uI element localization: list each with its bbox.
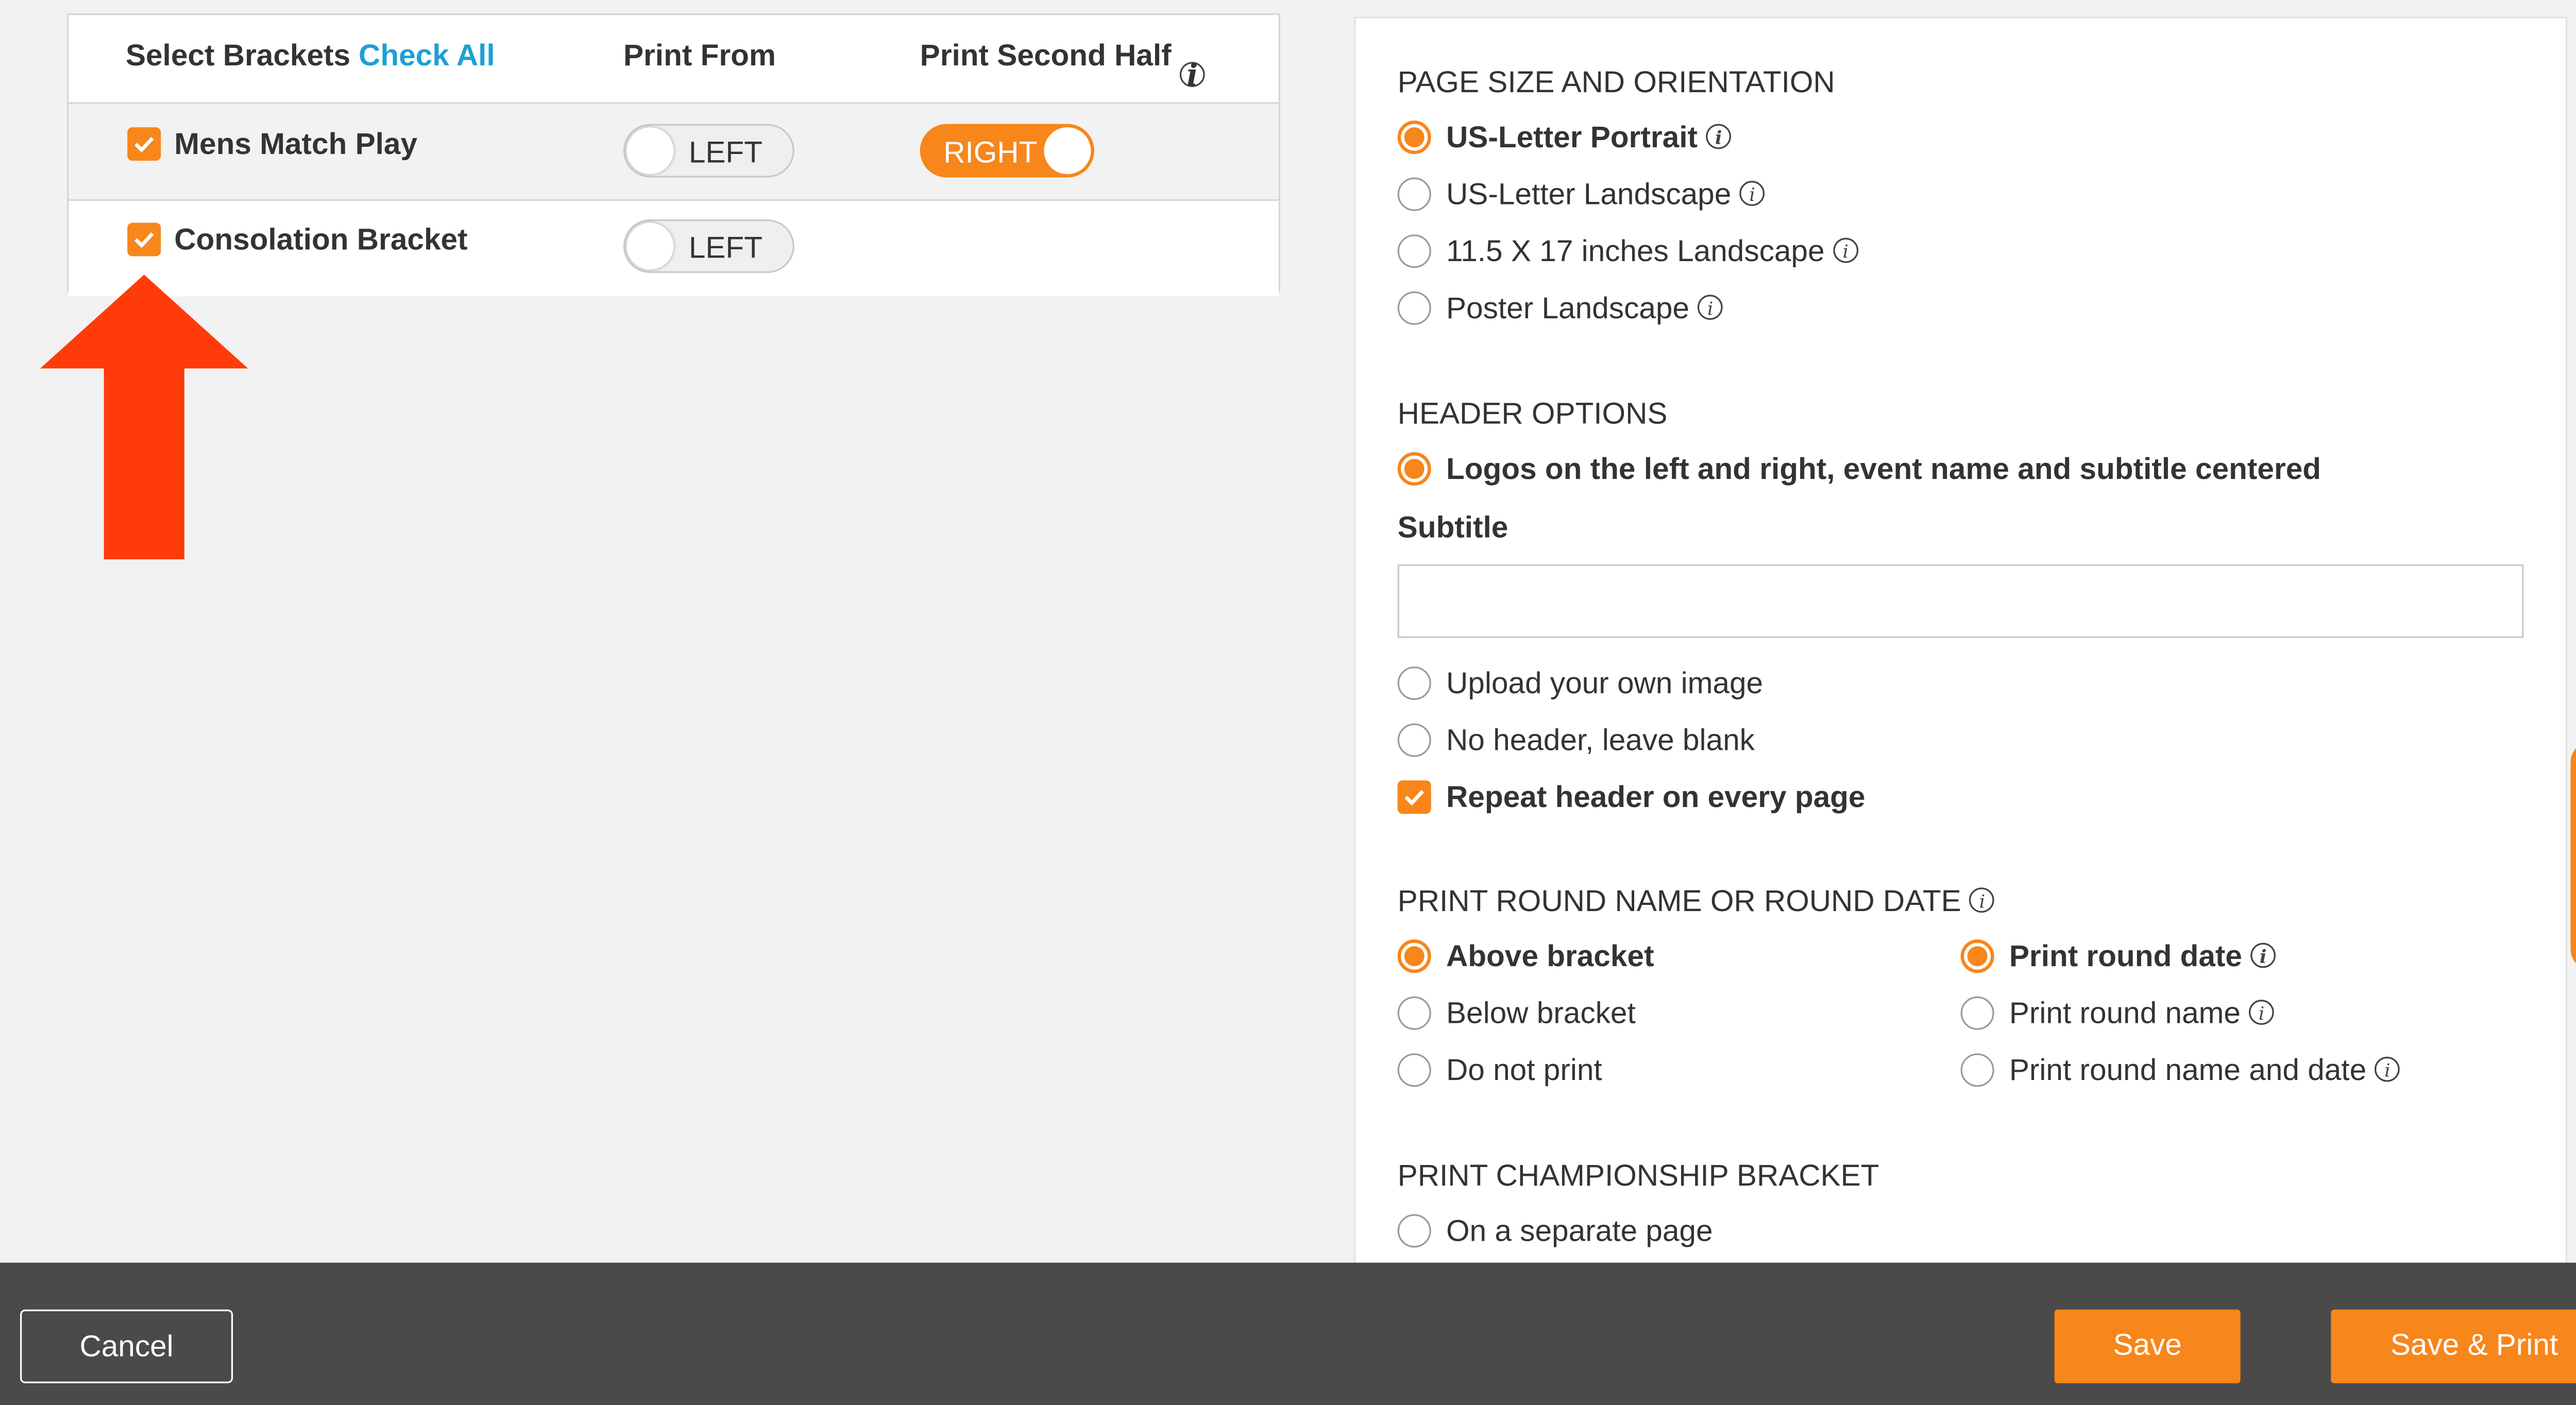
bracket-checkbox[interactable] [127, 127, 161, 161]
print-settings-screen: Select Brackets Check All Print From Pri… [0, 0, 2576, 1405]
print-second-half-toggle[interactable]: RIGHT [920, 124, 1094, 178]
brackets-table-header: Select Brackets Check All Print From Pri… [69, 15, 1279, 104]
radio-button[interactable] [1397, 177, 1431, 211]
radio-button[interactable] [1397, 234, 1431, 268]
print-second-half-label: Print Second Half [920, 38, 1172, 72]
option-text: Print round date [2009, 939, 2242, 973]
radio-button[interactable] [1397, 1053, 1431, 1087]
info-icon[interactable]: i [2375, 1056, 2400, 1082]
cancel-button[interactable]: Cancel [20, 1309, 233, 1383]
info-icon[interactable]: i [1833, 237, 1858, 263]
option-text: US-Letter Landscape [1446, 177, 1732, 211]
checkbox[interactable] [1397, 780, 1431, 814]
radio-button[interactable] [1397, 666, 1431, 700]
info-icon[interactable]: i [1739, 181, 1765, 206]
print-from-toggle[interactable]: LEFT [623, 124, 794, 178]
checkmark-icon [1404, 790, 1425, 806]
help-letter: P [2570, 872, 2576, 910]
checkmark-icon [134, 232, 154, 248]
option-label: Do not print [1446, 1053, 1602, 1087]
print-from-header: Print From [623, 38, 776, 72]
toggle-knob [626, 222, 674, 270]
option-label: Print round name and date i [2009, 1053, 2400, 1088]
checkmark-icon [134, 136, 154, 153]
help-letter: E [2570, 799, 2576, 836]
page-size-title: PAGE SIZE AND ORIENTATION [1397, 65, 1835, 99]
option-label: Repeat header on every page [1446, 780, 1866, 814]
option-label: Poster Landscape i [1446, 292, 1723, 327]
option-label: No header, leave blank [1446, 723, 1755, 757]
toggle-label: LEFT [688, 135, 762, 169]
bracket-name: Consolation Bracket [174, 222, 468, 256]
info-icon[interactable]: i [1706, 124, 1732, 149]
save-button[interactable]: Save [2054, 1309, 2241, 1383]
print-options-panel: PAGE SIZE AND ORIENTATION US-Letter Port… [1354, 16, 2567, 1290]
option-label: Below bracket [1446, 996, 1636, 1030]
toggle-knob [1044, 127, 1091, 175]
option-label: Upload your own image [1446, 666, 1764, 700]
option-label: Logos on the left and right, event name … [1446, 452, 2321, 486]
subtitle-label: Subtitle [1397, 510, 1509, 544]
bracket-checkbox[interactable] [127, 222, 161, 256]
round-title: PRINT ROUND NAME OR ROUND DATE i [1398, 884, 1995, 919]
option-text: Print round name and date [2009, 1053, 2367, 1087]
radio-button[interactable] [1397, 723, 1431, 757]
radio-button[interactable] [1397, 939, 1431, 973]
info-icon[interactable]: i [1969, 887, 1995, 913]
radio-button[interactable] [1960, 939, 1994, 973]
radio-button[interactable] [1397, 291, 1431, 325]
championship-title: PRINT CHAMPIONSHIP BRACKET [1397, 1159, 1879, 1193]
print-second-half-header: Print Second Half i [920, 38, 1205, 91]
info-icon[interactable]: i [2249, 1000, 2275, 1025]
info-icon[interactable]: i [1179, 61, 1205, 91]
option-label: 11.5 X 17 inches Landscape i [1446, 234, 1858, 269]
option-label: US-Letter Portrait i [1446, 121, 1732, 156]
footer-bar: Cancel Save Save & Print [0, 1262, 2576, 1405]
option-text: Poster Landscape [1446, 291, 1689, 325]
info-icon[interactable]: i [2250, 943, 2276, 968]
option-label: Print round name i [2009, 996, 2275, 1032]
radio-button[interactable] [1397, 996, 1431, 1030]
select-brackets-label: Select Brackets [125, 38, 351, 72]
toggle-knob [626, 127, 674, 175]
radio-button[interactable] [1397, 452, 1431, 486]
help-letter: H [2570, 762, 2576, 799]
subtitle-input[interactable] [1397, 564, 2524, 638]
help-tab[interactable]: H E L P ? [2570, 742, 2576, 970]
save-and-print-button[interactable]: Save & Print [2331, 1309, 2576, 1383]
bracket-row: Mens Match Play LEFT RIGHT [69, 104, 1279, 201]
round-title-text: PRINT ROUND NAME OR ROUND DATE [1397, 884, 1961, 918]
radio-button[interactable] [1397, 121, 1431, 155]
option-label: On a separate page [1446, 1214, 1713, 1248]
radio-button[interactable] [1397, 1214, 1431, 1248]
radio-button[interactable] [1960, 996, 1994, 1030]
brackets-table: Select Brackets Check All Print From Pri… [67, 13, 1280, 297]
option-text: US-Letter Portrait [1446, 121, 1698, 155]
toggle-label: LEFT [688, 231, 762, 265]
option-label: Above bracket [1446, 939, 1654, 973]
red-arrow-annotation [40, 275, 248, 560]
option-label: US-Letter Landscape i [1446, 178, 1765, 213]
option-label: Print round date i [2009, 939, 2276, 974]
help-letter: L [2570, 835, 2576, 872]
info-icon[interactable]: i [1698, 295, 1723, 320]
option-text: 11.5 X 17 inches Landscape [1446, 234, 1825, 268]
option-text: Print round name [2009, 996, 2241, 1030]
header-options-title: HEADER OPTIONS [1397, 397, 1668, 431]
check-all-link[interactable]: Check All [359, 39, 495, 74]
radio-button[interactable] [1960, 1053, 1994, 1087]
print-from-toggle[interactable]: LEFT [623, 219, 794, 273]
bracket-name: Mens Match Play [174, 127, 418, 161]
toggle-label: RIGHT [943, 135, 1038, 169]
